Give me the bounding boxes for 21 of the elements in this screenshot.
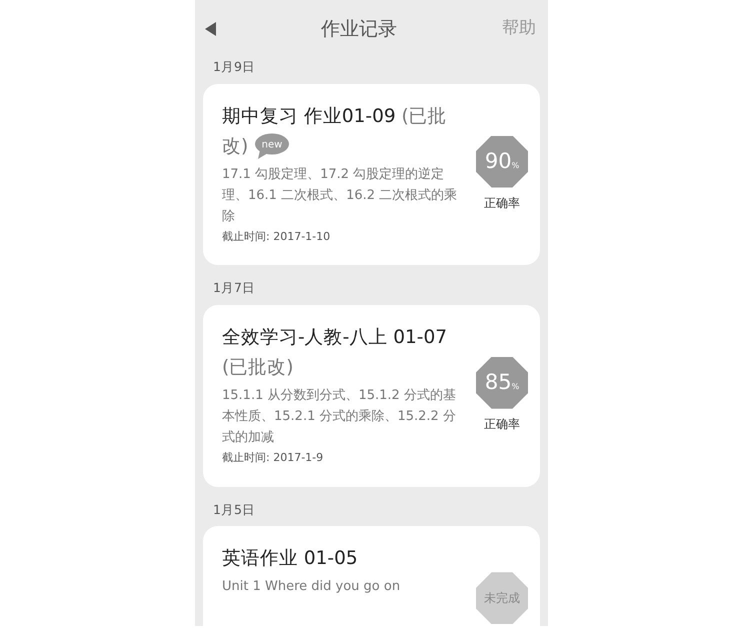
- assignment-card[interactable]: 英语作业 01-05 Unit 1 Where did you go on 未完成: [203, 526, 540, 626]
- score-badge: 85%: [476, 356, 528, 409]
- assignment-description: 15.1.1 从分数到分式、15.1.2 分式的基本性质、15.2.1 分式的乘除、15.2.2 分式的加减: [222, 387, 457, 447]
- score-badge: 90%: [476, 136, 528, 188]
- accuracy-label: 正确率: [484, 416, 520, 433]
- accuracy-label: 正确率: [484, 194, 520, 212]
- assignment-card[interactable]: 全效学习-人教-八上 01-07 (已批改) 15.1.1 从分数到分式、15.1.2 分式的基本性质、15.2.1 分式的乘除、15.2.2 分式的加减 截止时间: 2017-1-9 85% 正确率: [203, 305, 540, 486]
- assignment-title: 期中复习 作业01-09 (已批改) new: [222, 102, 458, 162]
- page-title: 作业记录: [321, 16, 397, 42]
- date-header: 1月5日: [212, 500, 255, 518]
- assignment-description: Unit 1 Where did you go on: [222, 578, 402, 596]
- date-header: 1月7日: [212, 279, 255, 298]
- assignment-card[interactable]: 期中复习 作业01-09 (已批改) new 17.1 勾股定理、17.2 勾股定理的逆定理、16.1 二次根式、16.2 二次根式的乘除 截止时间: 2017-1-10 90% 正确率: [203, 84, 540, 266]
- deadline-text: 截止时间: 2017-1-10: [222, 228, 332, 245]
- deadline-text: 截止时间: 2017-1-9: [222, 450, 324, 466]
- date-header: 1月9日: [212, 58, 255, 76]
- assignment-title: 英语作业 01-05: [222, 547, 359, 572]
- assignment-title: 全效学习-人教-八上 01-07 (已批改): [222, 326, 448, 380]
- back-button[interactable]: [205, 22, 216, 36]
- assignment-description: 17.1 勾股定理、17.2 勾股定理的逆定理、16.1 二次根式、16.2 二次根式的乘除: [222, 166, 458, 226]
- status-badge: 未完成: [476, 572, 528, 624]
